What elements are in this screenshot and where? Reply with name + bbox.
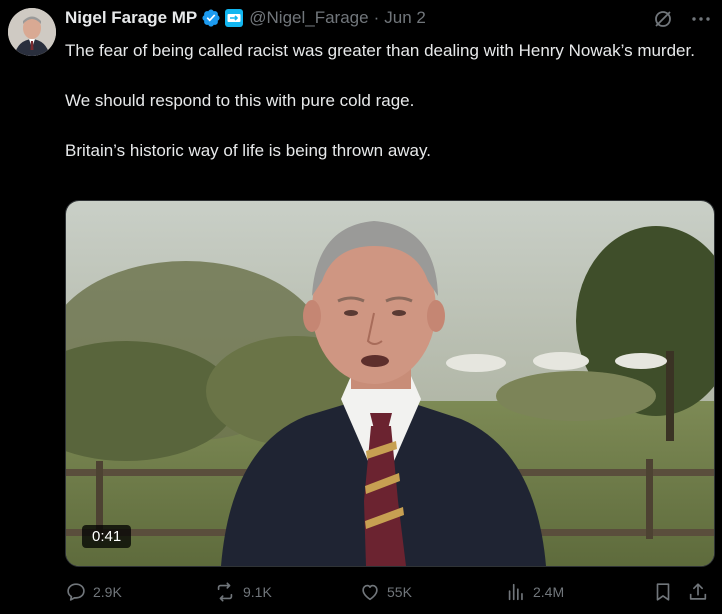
- like-button[interactable]: 55K: [359, 581, 412, 603]
- video-player[interactable]: 0:41: [65, 200, 715, 567]
- tweet: Nigel Farage MP @Nigel_Farage · Jun 2 Th…: [0, 0, 722, 614]
- repost-count: 9.1K: [243, 584, 272, 600]
- tweet-header: Nigel Farage MP @Nigel_Farage · Jun 2: [65, 6, 426, 30]
- views-icon: [508, 583, 523, 601]
- avatar[interactable]: [8, 8, 56, 56]
- tweet-paragraph: The fear of being called racist was grea…: [65, 41, 695, 60]
- reply-icon: [67, 583, 85, 601]
- header-separator: ·: [373, 8, 380, 27]
- view-count: 2.4M: [533, 584, 565, 600]
- verified-badge-icon[interactable]: [201, 8, 221, 28]
- like-count: 55K: [387, 584, 412, 600]
- avatar-image: [8, 8, 56, 56]
- bookmark-button[interactable]: [652, 581, 680, 603]
- author-handle[interactable]: @Nigel_Farage: [249, 8, 368, 28]
- more-icon[interactable]: [690, 8, 712, 35]
- video-duration: 0:41: [82, 525, 132, 548]
- repost-icon: [217, 582, 233, 602]
- bookmark-icon: [656, 583, 670, 601]
- tweet-actions: 2.9K 9.1K 55K 2.4M: [65, 581, 715, 605]
- tweet-paragraph: Britain’s historic way of life is being …: [65, 141, 431, 160]
- views-button[interactable]: 2.4M: [505, 581, 564, 603]
- reply-count: 2.9K: [93, 584, 122, 600]
- grok-icon[interactable]: [652, 8, 674, 35]
- share-icon: [689, 583, 707, 600]
- affiliation-badge-icon[interactable]: [225, 9, 244, 27]
- video-frame: [66, 201, 714, 566]
- reply-button[interactable]: 2.9K: [65, 581, 122, 603]
- tweet-paragraph: We should respond to this with pure cold…: [65, 91, 415, 110]
- tweet-top-actions: [652, 8, 712, 35]
- share-button[interactable]: [687, 581, 715, 603]
- repost-button[interactable]: 9.1K: [213, 581, 272, 603]
- heart-icon: [362, 584, 378, 601]
- author-name[interactable]: Nigel Farage MP: [65, 8, 197, 28]
- tweet-text: The fear of being called racist was grea…: [65, 38, 715, 163]
- tweet-date[interactable]: Jun 2: [384, 8, 426, 28]
